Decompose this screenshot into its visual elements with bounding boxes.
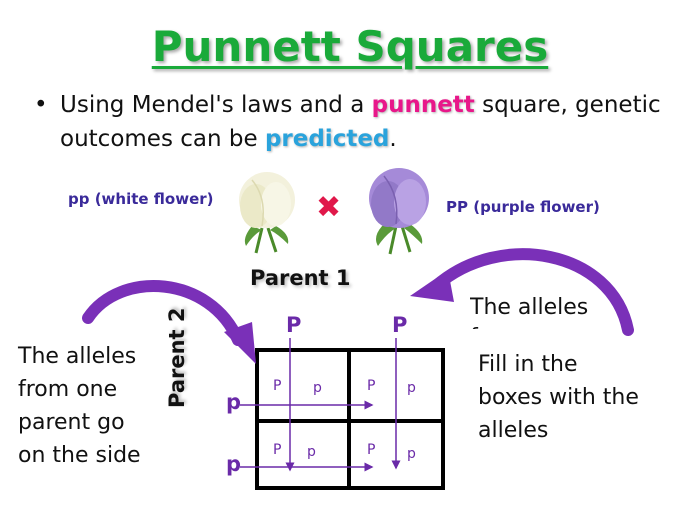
curved-arrow-left [82, 280, 244, 346]
curved-arrow-right-head [410, 270, 454, 302]
right-note-top: The alleles from one [470, 295, 589, 329]
right-note: Fill in the boxes with the alleles [478, 352, 639, 443]
left-note: The alleles from one parent go on the si… [18, 344, 141, 468]
